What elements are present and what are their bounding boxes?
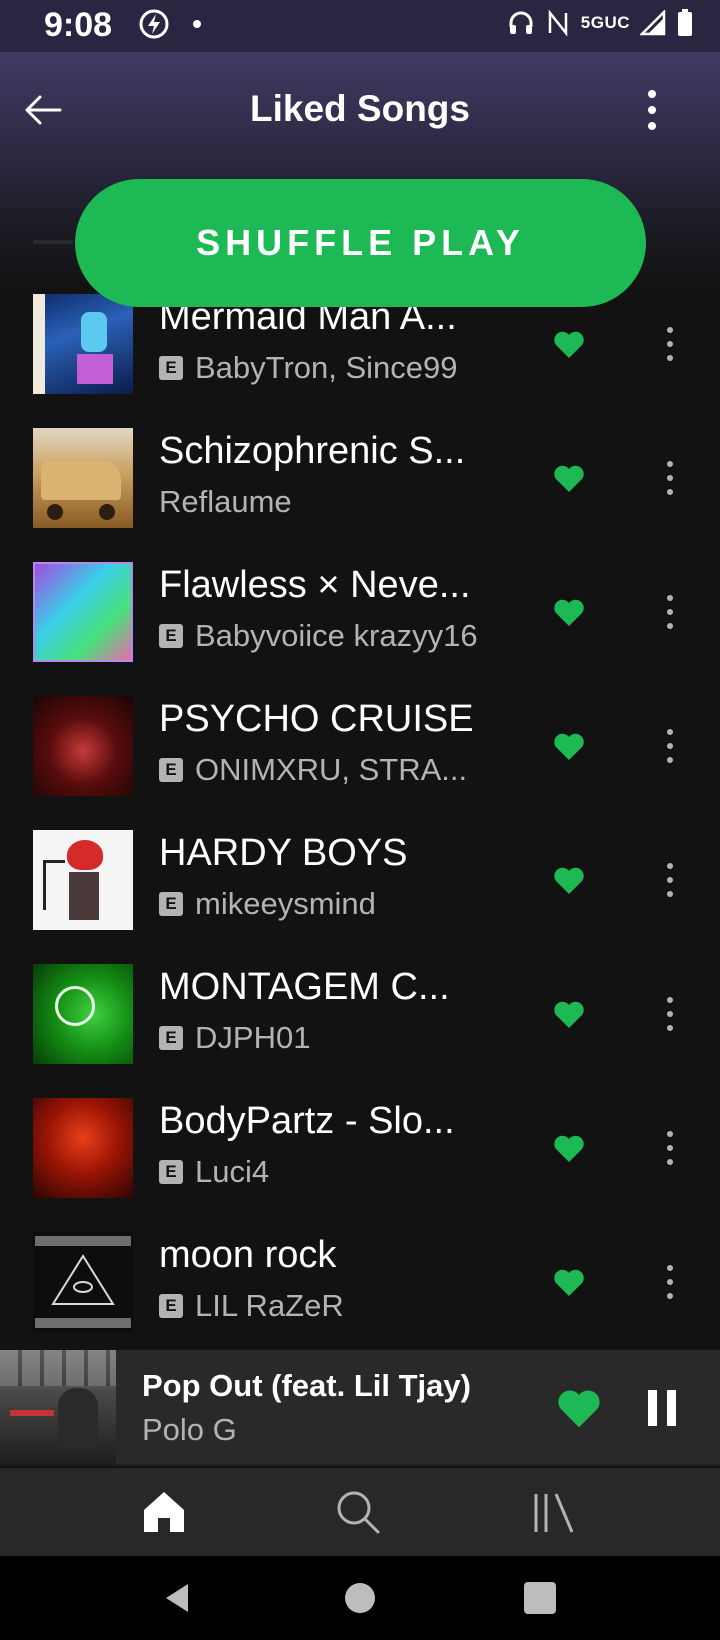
heart-filled-icon[interactable] [553,866,585,896]
song-row[interactable]: PSYCHO CRUISE E ONIMXRU, STRA... [0,696,720,830]
home-icon[interactable] [138,1486,190,1538]
album-art [33,696,133,796]
song-title: Flawless × Neve... [159,564,471,606]
system-nav-bar [0,1556,720,1640]
album-art [33,562,133,662]
system-back-icon[interactable] [158,1578,198,1618]
data-saver-icon [139,9,169,39]
album-art [33,964,133,1064]
song-title: PSYCHO CRUISE [159,698,474,740]
partial-row-edge [33,240,73,244]
heart-filled-icon[interactable] [556,1388,602,1430]
more-options-icon[interactable] [660,860,680,900]
status-time: 9:08 [44,6,113,44]
song-artist: Reflaume [159,484,292,519]
status-bar: 9:08 5GUC [0,0,720,52]
now-playing-title: Pop Out (feat. Lil Tjay) [142,1368,471,1403]
song-title: HARDY BOYS [159,832,408,874]
album-art [33,1232,133,1332]
more-options-icon[interactable] [660,324,680,364]
heart-filled-icon[interactable] [553,1134,585,1164]
song-artist: Luci4 [195,1154,270,1189]
more-options-icon[interactable] [660,592,680,632]
album-art [33,1098,133,1198]
explicit-badge: E [159,1026,183,1050]
explicit-badge: E [159,624,183,648]
nfc-icon [548,9,568,37]
pause-icon[interactable] [644,1388,680,1428]
more-options-icon[interactable] [660,1128,680,1168]
album-art [33,830,133,930]
headphones-icon [509,11,533,34]
battery-icon [678,9,692,36]
song-row[interactable]: moon rock E LIL RaZeR [0,1232,720,1350]
song-artist: LIL RaZeR [195,1288,344,1323]
heart-filled-icon[interactable] [553,1268,585,1298]
more-options-icon[interactable] [660,458,680,498]
bottom-nav [0,1468,720,1556]
song-row[interactable]: BodyPartz - Slo... E Luci4 [0,1098,720,1232]
mini-player[interactable]: Pop Out (feat. Lil Tjay) Polo G [0,1350,720,1466]
song-artist: Babyvoiice krazyy16 [195,618,478,653]
more-options-icon[interactable] [660,726,680,766]
network-type: 5GUC [580,13,630,32]
now-playing-artist: Polo G [142,1412,237,1447]
explicit-badge: E [159,892,183,916]
signal-icon [640,10,666,36]
song-title: BodyPartz - Slo... [159,1100,455,1142]
heart-filled-icon[interactable] [553,1000,585,1030]
album-art [33,294,133,394]
song-title: moon rock [159,1234,337,1276]
song-row[interactable]: Mermaid Man A... E BabyTron, Since99 [0,294,720,428]
more-options-icon[interactable] [640,86,664,134]
song-title: MONTAGEM C... [159,966,450,1008]
system-recents-icon[interactable] [520,1578,560,1618]
more-options-icon[interactable] [660,1262,680,1302]
song-artist: BabyTron, Since99 [195,350,458,385]
more-options-icon[interactable] [660,994,680,1034]
album-art [33,428,133,528]
song-row[interactable]: MONTAGEM C... E DJPH01 [0,964,720,1098]
heart-filled-icon[interactable] [553,330,585,360]
song-title: Schizophrenic S... [159,430,466,472]
song-artist: DJPH01 [195,1020,311,1055]
explicit-badge: E [159,1160,183,1184]
shuffle-play-button[interactable]: SHUFFLE PLAY [75,179,646,307]
heart-filled-icon[interactable] [553,464,585,494]
song-row[interactable]: Schizophrenic S... Reflaume [0,428,720,562]
song-row[interactable]: Flawless × Neve... E Babyvoiice krazyy16 [0,562,720,696]
song-artist: mikeeysmind [195,886,376,921]
explicit-badge: E [159,1294,183,1318]
system-home-icon[interactable] [340,1578,380,1618]
song-row[interactable]: HARDY BOYS E mikeeysmind [0,830,720,964]
page-title: Liked Songs [250,88,470,129]
library-icon[interactable] [528,1486,580,1538]
heart-filled-icon[interactable] [553,732,585,762]
heart-filled-icon[interactable] [553,598,585,628]
song-artist: ONIMXRU, STRA... [195,752,468,787]
triangle-eye-icon [35,1236,131,1328]
explicit-badge: E [159,758,183,782]
now-playing-album-art [0,1350,116,1466]
song-list: Mermaid Man A... E BabyTron, Since99 Sch… [0,240,720,1350]
explicit-badge: E [159,356,183,380]
notification-dot-icon [193,20,201,28]
search-icon[interactable] [332,1486,384,1538]
